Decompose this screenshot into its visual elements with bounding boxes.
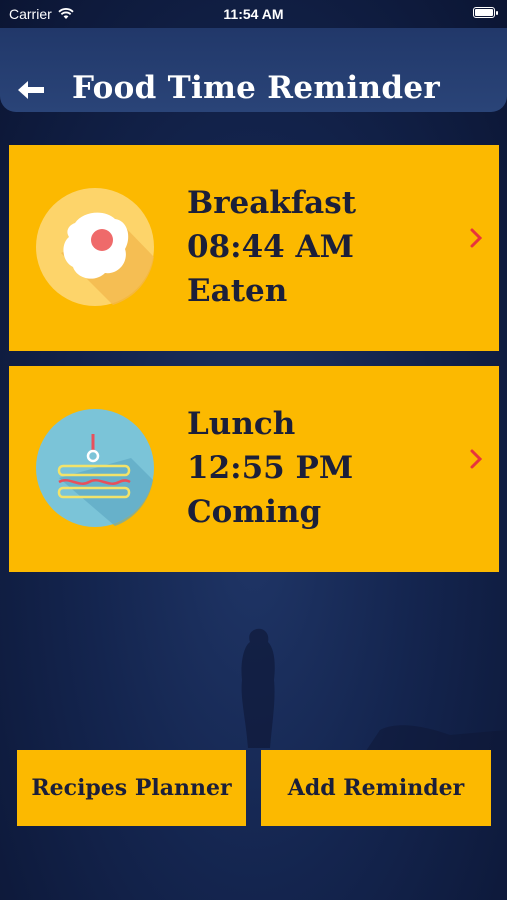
status-bar: Carrier 11:54 AM: [0, 0, 507, 28]
back-arrow-icon[interactable]: [14, 76, 48, 104]
meal-status: Coming: [187, 494, 322, 530]
meal-status: Eaten: [187, 273, 288, 309]
header-bar: Food Time Reminder: [0, 28, 507, 112]
meal-card-breakfast[interactable]: Breakfast 08:44 AM Eaten: [9, 145, 499, 351]
meal-card-lunch[interactable]: Lunch 12:55 PM Coming: [9, 366, 499, 572]
meal-name: Breakfast: [187, 185, 357, 221]
meal-info-lunch: Lunch 12:55 PM Coming: [187, 402, 353, 534]
sandwich-icon: [36, 409, 154, 527]
page-title: Food Time Reminder: [72, 70, 441, 106]
meal-name: Lunch: [187, 406, 296, 442]
meal-info-breakfast: Breakfast 08:44 AM Eaten: [187, 181, 356, 313]
add-reminder-button[interactable]: Add Reminder: [261, 750, 491, 826]
meal-time: 08:44 AM: [187, 229, 354, 265]
battery-icon: [473, 7, 498, 18]
meal-time: 12:55 PM: [187, 450, 354, 486]
chevron-right-icon[interactable]: [469, 227, 483, 249]
background-silhouette: [241, 628, 507, 760]
recipes-planner-button[interactable]: Recipes Planner: [17, 750, 246, 826]
chevron-right-icon[interactable]: [469, 448, 483, 470]
fried-egg-icon: [36, 188, 154, 306]
status-time: 11:54 AM: [223, 6, 284, 22]
